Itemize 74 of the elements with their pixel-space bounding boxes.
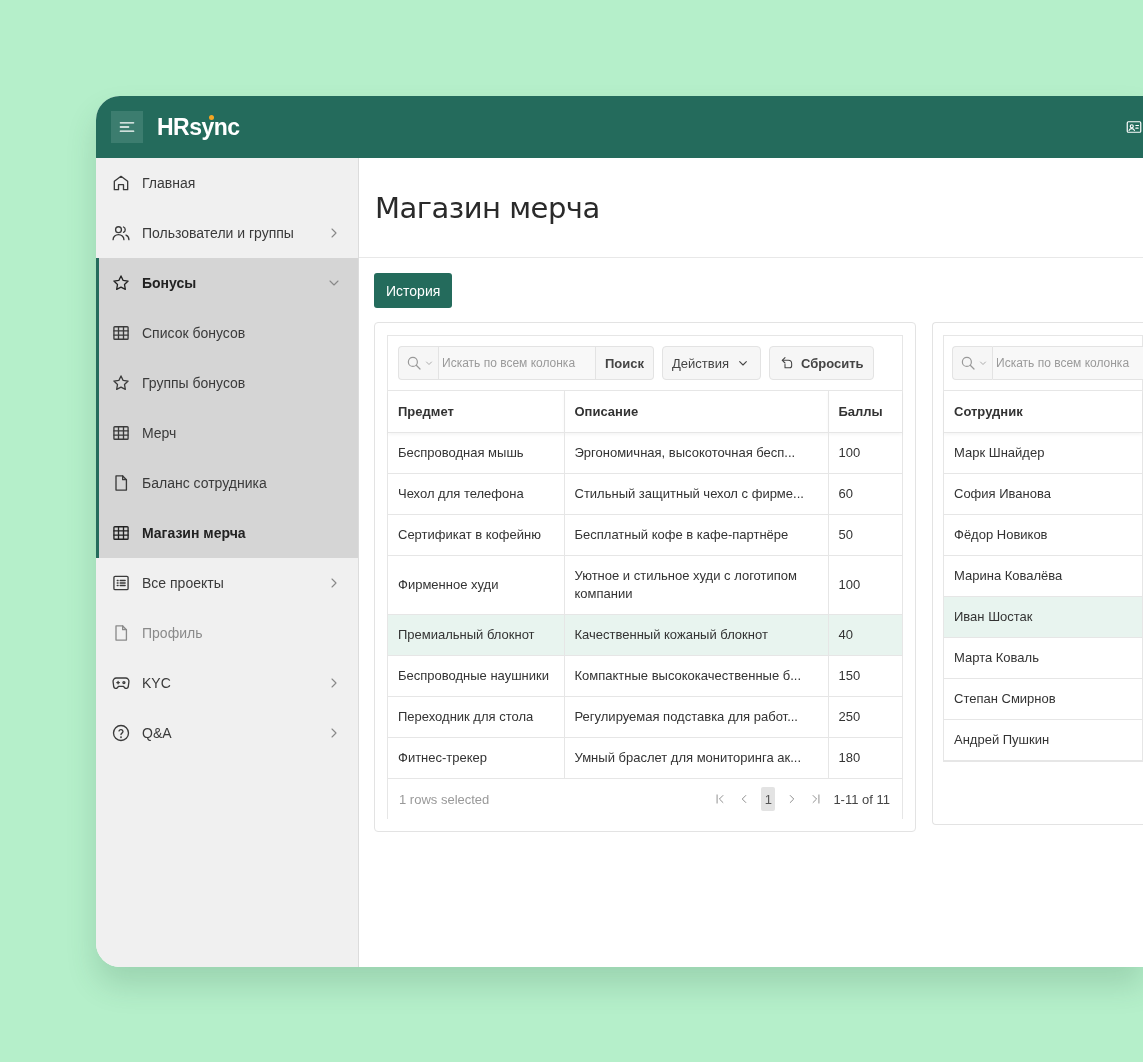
- star-icon: [111, 373, 131, 393]
- page-title: Магазин мерча: [375, 190, 600, 225]
- search-field[interactable]: Искать по всем колонка: [438, 346, 596, 380]
- table-cell: Чехол для телефона: [388, 473, 564, 515]
- table-cell: Андрей Пушкин: [944, 719, 1142, 761]
- table-icon: [111, 423, 131, 443]
- users-icon: [111, 223, 131, 243]
- help-icon: [111, 723, 131, 743]
- sidebar-item[interactable]: KYC: [96, 658, 358, 708]
- table-cell: Премиальный блокнот: [388, 614, 564, 656]
- reset-button[interactable]: Сбросить: [769, 346, 874, 380]
- search-scope-button[interactable]: [398, 346, 438, 380]
- star-icon: [111, 273, 131, 293]
- table-cell: 150: [828, 655, 902, 697]
- sidebar-item[interactable]: Бонусы: [99, 258, 358, 308]
- table-cell: Качественный кожаный блокнот: [564, 614, 828, 656]
- search-icon: [959, 354, 977, 372]
- column-header[interactable]: Сотрудник: [944, 391, 1142, 433]
- history-button[interactable]: История: [374, 273, 453, 308]
- table-cell: Умный браслет для мониторинга ак...: [564, 737, 828, 779]
- sidebar-item[interactable]: Главная: [96, 158, 358, 208]
- table-cell: Уютное и стильное худи с логотипом компании: [564, 555, 828, 615]
- page-button[interactable]: 1: [761, 787, 776, 811]
- table-cell: Иван Шостак: [944, 596, 1142, 638]
- table-cell: 60: [828, 473, 902, 515]
- table-cell: Марта Коваль: [944, 637, 1142, 679]
- column-header[interactable]: Баллы: [828, 391, 902, 433]
- sidebar-subitem[interactable]: Мерч: [99, 408, 358, 458]
- table-cell: Сертификат в кофейню: [388, 514, 564, 556]
- table-cell: 50: [828, 514, 902, 556]
- sidebar-subitem[interactable]: Магазин мерча: [99, 508, 358, 558]
- page-range: 1-11 of 11: [833, 791, 890, 807]
- table-cell: Беспроводные наушники: [388, 655, 564, 697]
- table-cell: Фитнес-трекер: [388, 737, 564, 779]
- selection-count: 1 rows selected: [399, 791, 491, 807]
- column-header[interactable]: Описание: [564, 391, 828, 433]
- search-scope-button[interactable]: [952, 346, 992, 380]
- menu-button[interactable]: [111, 111, 143, 143]
- table-cell: Бесплатный кофе в кафе-партнёре: [564, 514, 828, 556]
- sidebar-subitem[interactable]: Баланс сотрудника: [99, 458, 358, 508]
- table-cell: Марк Шнайдер: [944, 432, 1142, 474]
- table-cell: Компактные высококачественные б...: [564, 655, 828, 697]
- table-cell: Марина Ковалёва: [944, 555, 1142, 597]
- sidebar-item[interactable]: Все проекты: [96, 558, 358, 608]
- table-cell: 180: [828, 737, 902, 779]
- reset-icon: [779, 355, 795, 371]
- table-cell: Беспроводная мышь: [388, 432, 564, 474]
- logo: HRsync: [157, 113, 240, 141]
- sidebar-subitem[interactable]: Список бонусов: [99, 308, 358, 358]
- table-cell: 250: [828, 696, 902, 738]
- table-cell: София Иванова: [944, 473, 1142, 515]
- search-button[interactable]: Поиск: [596, 346, 654, 380]
- id-card-icon[interactable]: [1125, 118, 1143, 136]
- sidebar-item[interactable]: Пользователи и группы: [96, 208, 358, 258]
- home-icon: [111, 173, 131, 193]
- table-cell: Фирменное худи: [388, 555, 564, 615]
- table-icon: [111, 323, 131, 343]
- table-cell: 100: [828, 555, 902, 615]
- table-cell: 100: [828, 432, 902, 474]
- column-header[interactable]: Предмет: [388, 391, 564, 433]
- table-cell: Эргономичная, высокоточная бесп...: [564, 432, 828, 474]
- table-cell: Степан Смирнов: [944, 678, 1142, 720]
- sidebar-subitem[interactable]: Группы бонусов: [99, 358, 358, 408]
- table-cell: 40: [828, 614, 902, 656]
- table-cell: Фёдор Новиков: [944, 514, 1142, 556]
- sidebar-item[interactable]: Q&A: [96, 708, 358, 758]
- table-cell: Переходник для стола: [388, 696, 564, 738]
- table-cell: Стильный защитный чехол с фирме...: [564, 473, 828, 515]
- table-cell: Регулируемая подставка для работ...: [564, 696, 828, 738]
- list-icon: [111, 573, 131, 593]
- actions-dropdown[interactable]: Действия: [662, 346, 761, 380]
- search-icon: [405, 354, 423, 372]
- table-icon: [111, 523, 131, 543]
- search-field[interactable]: Искать по всем колонка: [992, 346, 1143, 380]
